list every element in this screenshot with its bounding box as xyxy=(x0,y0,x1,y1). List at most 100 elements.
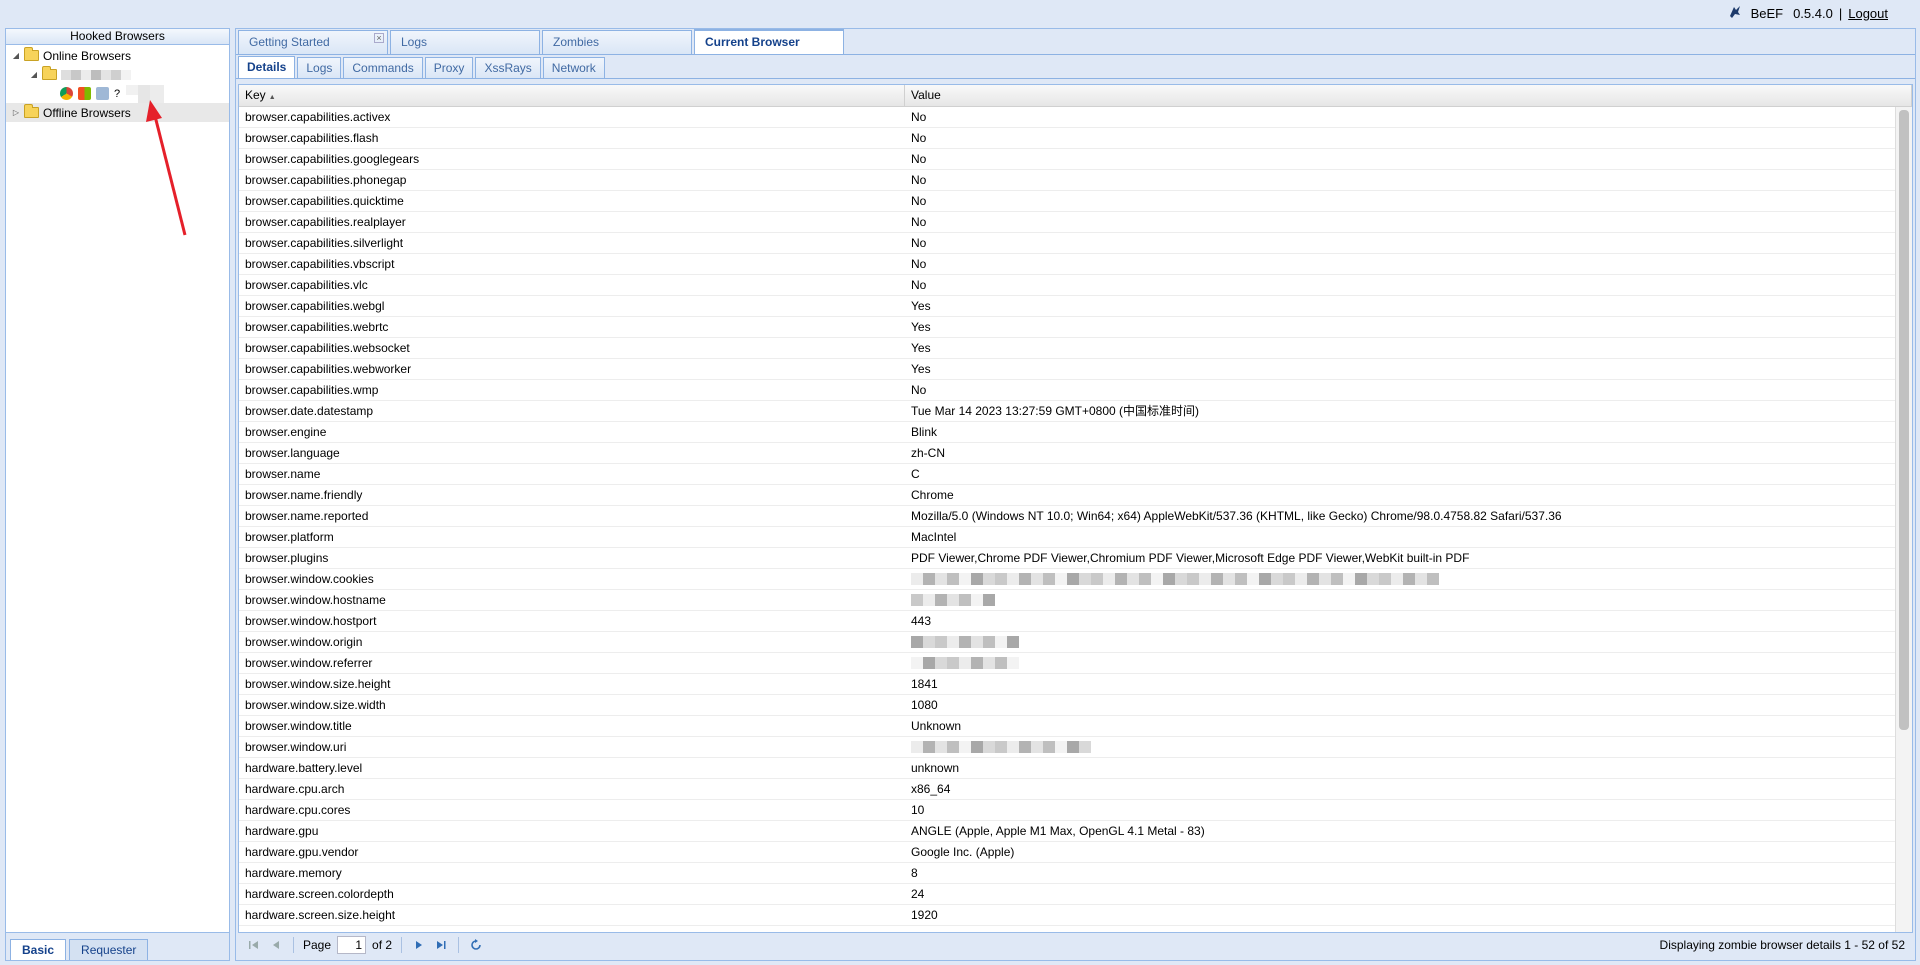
tab-zombies[interactable]: Zombies xyxy=(542,30,692,54)
row-key: browser.window.uri xyxy=(245,740,347,754)
table-row[interactable]: hardware.screen.size.height 1920 xyxy=(239,905,1895,926)
table-row[interactable]: browser.window.hostport 443 xyxy=(239,611,1895,632)
table-row[interactable]: browser.name C xyxy=(239,464,1895,485)
table-row[interactable]: browser.capabilities.flash No xyxy=(239,128,1895,149)
subtab-details[interactable]: Details xyxy=(238,56,296,78)
row-key: browser.language xyxy=(245,446,340,460)
main-panel: Getting Started × Logs Zombies Current B… xyxy=(235,28,1916,961)
logout-link[interactable]: Logout xyxy=(1848,6,1888,21)
tab-basic[interactable]: Basic xyxy=(10,939,67,960)
table-row[interactable]: browser.capabilities.websocket Yes xyxy=(239,338,1895,359)
table-row[interactable]: browser.capabilities.wmp No xyxy=(239,380,1895,401)
row-value: 24 xyxy=(911,887,925,901)
subtab-commands[interactable]: Commands xyxy=(343,57,423,78)
table-row[interactable]: browser.capabilities.silverlight No xyxy=(239,233,1895,254)
west-tabbar: Basic Requester xyxy=(6,932,229,960)
windows-icon xyxy=(78,87,91,100)
grid-scrollbar[interactable] xyxy=(1895,107,1912,932)
row-key: hardware.screen.size.height xyxy=(245,908,396,922)
table-row[interactable]: browser.capabilities.webgl Yes xyxy=(239,296,1895,317)
table-row[interactable]: browser.window.origin xyxy=(239,632,1895,653)
table-row[interactable]: browser.capabilities.vlc No xyxy=(239,275,1895,296)
table-row[interactable]: browser.window.hostname xyxy=(239,590,1895,611)
row-key: browser.capabilities.vbscript xyxy=(245,257,395,271)
online-browsers-label: Online Browsers xyxy=(43,48,132,63)
row-value: Tue Mar 14 2023 13:27:59 GMT+0800 (中国标准时… xyxy=(911,404,1200,418)
table-row[interactable]: hardware.gpu.vendor Google Inc. (Apple) xyxy=(239,842,1895,863)
row-key: hardware.screen.colordepth xyxy=(245,887,394,901)
prev-page-icon[interactable] xyxy=(268,937,284,953)
collapse-toggle-icon[interactable]: ▷ xyxy=(10,108,22,117)
table-row[interactable]: hardware.cpu.cores 10 xyxy=(239,800,1895,821)
tab-requester[interactable]: Requester xyxy=(69,939,149,960)
table-row[interactable]: browser.engine Blink xyxy=(239,422,1895,443)
table-row[interactable]: browser.capabilities.phonegap No xyxy=(239,170,1895,191)
tab-logs[interactable]: Logs xyxy=(390,30,540,54)
tab-label: Current Browser xyxy=(705,35,800,49)
table-row[interactable]: browser.platform MacIntel xyxy=(239,527,1895,548)
table-row[interactable]: browser.language zh-CN xyxy=(239,443,1895,464)
column-header-value[interactable]: Value xyxy=(905,85,1912,106)
subtab-network[interactable]: Network xyxy=(542,57,605,78)
subtab-xssrays[interactable]: XssRays xyxy=(475,57,541,78)
row-value: Unknown xyxy=(911,719,962,733)
table-row[interactable]: browser.window.size.width 1080 xyxy=(239,695,1895,716)
row-key: browser.window.size.height xyxy=(245,677,391,691)
table-row[interactable]: browser.window.uri xyxy=(239,737,1895,758)
last-page-icon[interactable] xyxy=(433,937,449,953)
table-row[interactable]: browser.name.reported Mozilla/5.0 (Window… xyxy=(239,506,1895,527)
row-value: Yes xyxy=(911,299,931,313)
redacted-value xyxy=(911,569,1439,589)
browser-subtabbar: Details Logs Commands Proxy XssRays Netw… xyxy=(236,55,1915,79)
column-header-key[interactable]: Key ▲ xyxy=(239,85,905,106)
row-value: MacIntel xyxy=(911,530,957,544)
hooked-browser-entry[interactable]: ? xyxy=(6,84,229,103)
tree-node-offline[interactable]: ▷ Offline Browsers xyxy=(6,103,229,122)
table-row[interactable]: browser.capabilities.realplayer No xyxy=(239,212,1895,233)
tab-current-browser[interactable]: Current Browser xyxy=(694,29,844,54)
table-row[interactable]: hardware.cpu.arch x86_64 xyxy=(239,779,1895,800)
next-page-icon[interactable] xyxy=(411,937,427,953)
table-row[interactable]: hardware.screen.colordepth 24 xyxy=(239,884,1895,905)
table-row[interactable]: browser.window.title Unknown xyxy=(239,716,1895,737)
subtab-proxy[interactable]: Proxy xyxy=(424,57,474,78)
panel-title: Hooked Browsers xyxy=(6,29,229,45)
row-key: hardware.gpu xyxy=(245,824,319,838)
table-row[interactable]: browser.window.size.height 1841 xyxy=(239,674,1895,695)
table-row[interactable]: browser.plugins PDF Viewer,Chrome PDF Vie… xyxy=(239,548,1895,569)
page-number-input[interactable] xyxy=(337,936,367,954)
row-value xyxy=(905,569,1895,589)
scrollbar-thumb[interactable] xyxy=(1899,110,1909,730)
table-row[interactable]: browser.date.datestamp Tue Mar 14 2023 13… xyxy=(239,401,1895,422)
row-value: Blink xyxy=(911,425,938,439)
table-row[interactable]: hardware.memory 8 xyxy=(239,863,1895,884)
table-row[interactable]: browser.capabilities.vbscript No xyxy=(239,254,1895,275)
table-row[interactable]: browser.capabilities.webrtc Yes xyxy=(239,317,1895,338)
table-row[interactable]: browser.window.cookies xyxy=(239,569,1895,590)
redacted-value xyxy=(911,653,1019,673)
table-row[interactable]: browser.capabilities.quicktime No xyxy=(239,191,1895,212)
folder-icon xyxy=(24,47,39,61)
table-row[interactable]: browser.window.referrer xyxy=(239,653,1895,674)
tab-label: Logs xyxy=(401,35,428,49)
expand-toggle-icon[interactable]: ◢ xyxy=(28,70,40,79)
grid-header: Key ▲ Value xyxy=(239,85,1912,107)
hooked-browsers-panel: Hooked Browsers ◢ Online Browsers ◢ ? ▷ xyxy=(5,28,230,961)
subtab-logs[interactable]: Logs xyxy=(297,57,342,78)
tab-label: Zombies xyxy=(553,35,600,49)
folder-icon xyxy=(24,104,39,118)
close-tab-icon[interactable]: × xyxy=(374,33,384,43)
table-row[interactable]: browser.capabilities.activex No xyxy=(239,107,1895,128)
tree-node-online[interactable]: ◢ Online Browsers xyxy=(6,46,229,65)
tree-node-ip-group[interactable]: ◢ xyxy=(6,65,229,84)
row-key: hardware.battery.level xyxy=(245,761,363,775)
table-row[interactable]: browser.capabilities.webworker Yes xyxy=(239,359,1895,380)
table-row[interactable]: browser.name.friendly Chrome xyxy=(239,485,1895,506)
tab-getting-started[interactable]: Getting Started × xyxy=(238,30,388,54)
expand-toggle-icon[interactable]: ◢ xyxy=(10,51,22,60)
table-row[interactable]: hardware.gpu ANGLE (Apple, Apple M1 Max, … xyxy=(239,821,1895,842)
table-row[interactable]: browser.capabilities.googlegears No xyxy=(239,149,1895,170)
table-row[interactable]: hardware.battery.level unknown xyxy=(239,758,1895,779)
first-page-icon[interactable] xyxy=(246,937,262,953)
refresh-icon[interactable] xyxy=(468,937,484,953)
